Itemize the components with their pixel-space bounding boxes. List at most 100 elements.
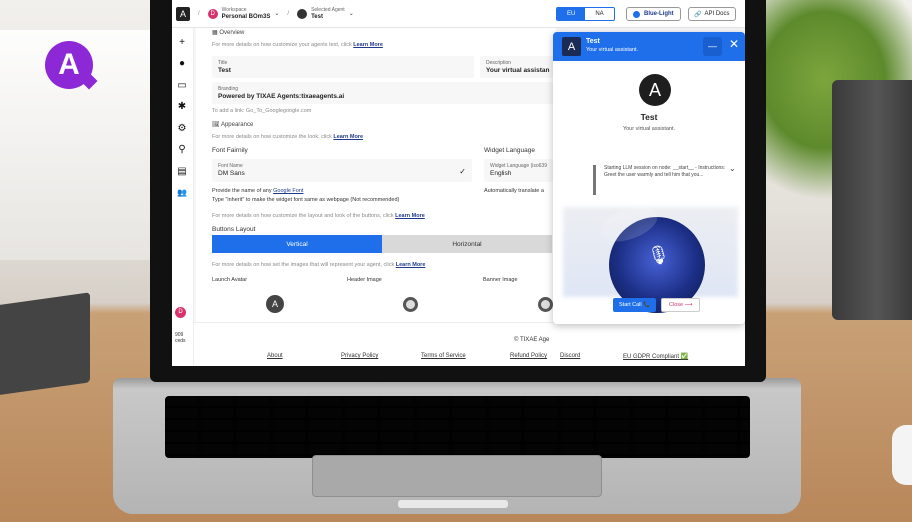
region-eu-button[interactable]: EU: [557, 8, 586, 20]
appearance-learn-more-link[interactable]: Learn More: [333, 134, 363, 140]
widget-language-field[interactable]: Widget Language (iso639 English: [484, 159, 556, 182]
app-logo-icon[interactable]: A: [176, 6, 190, 21]
appearance-hint-text: For more details on how customize the lo…: [212, 134, 332, 140]
key-icon[interactable]: ⚲: [177, 145, 187, 155]
widget-language-label: Widget Language: [484, 147, 535, 154]
window-icon[interactable]: ▭: [177, 81, 187, 91]
widget-header-subtitle: Your virtual assistant.: [586, 47, 639, 53]
close-icon[interactable]: ✕: [729, 37, 739, 51]
widget-language-field-label: Widget Language (iso639: [490, 163, 547, 169]
close-call-button[interactable]: Close ⟶: [661, 298, 701, 312]
agent-selector[interactable]: Selected Agent Test ⌄: [297, 7, 354, 21]
header-image-placeholder[interactable]: [403, 297, 418, 312]
font-inherit-hint: Type "inherit" to make the widget font s…: [212, 197, 400, 203]
footer-link-refund[interactable]: Refund Policy: [510, 353, 547, 359]
layout-learn-more-link[interactable]: Learn More: [395, 213, 425, 219]
brand-logo-letter: A: [58, 48, 80, 81]
start-call-button[interactable]: Start Call 📞: [613, 298, 656, 312]
side-nav: + ● ▭ ✱ ⚙ ⚲ ▤ 👥 D 909 ceds: [172, 28, 194, 366]
api-docs-button[interactable]: 🔗 API Docs: [688, 7, 736, 21]
workspace-name: Personal BOm3S: [221, 13, 271, 20]
copyright-text: © TIXAE Age: [514, 337, 550, 343]
layout-horizontal-button[interactable]: Horizontal: [382, 235, 552, 253]
branding-field[interactable]: Branding Powered by TIXAE Agents:tixaeag…: [212, 82, 556, 104]
minimize-icon[interactable]: —: [703, 37, 722, 56]
widget-header-avatar-letter: A: [567, 40, 576, 53]
overview-hint-text: For more details on how customize your a…: [212, 42, 352, 48]
google-font-link[interactable]: Google Font: [273, 188, 303, 194]
check-circle-icon: ✓: [459, 167, 466, 176]
layout-hint: For more details on how customize the la…: [212, 213, 425, 219]
buttons-layout-toggle: Vertical Horizontal: [212, 235, 552, 253]
layout-vertical-button[interactable]: Vertical: [212, 235, 382, 253]
footer-link-gdpr[interactable]: EU GDPR Compliant ✅: [623, 353, 688, 360]
images-hint-text: For more details on how set the images t…: [212, 262, 395, 268]
buttons-layout-label: Buttons Layout: [212, 226, 256, 233]
building-icon[interactable]: ▤: [177, 167, 187, 177]
footer-link-discord[interactable]: Discord: [560, 353, 580, 359]
chat-widget: A Test Your virtual assistant. — ✕ A Tes…: [553, 32, 745, 324]
font-name-field[interactable]: Font Name DM Sans ✓: [212, 159, 472, 182]
font-hint-text: Provide the name of any: [212, 188, 272, 194]
overview-learn-more-link[interactable]: Learn More: [353, 42, 383, 48]
workspace-text: Workspace Personal BOm3S: [222, 7, 271, 21]
title-field[interactable]: Title Test: [212, 56, 474, 78]
banner-image-label: Banner Image: [483, 277, 518, 283]
images-learn-more-link[interactable]: Learn More: [396, 262, 426, 268]
agent-text: Selected Agent Test: [311, 7, 345, 21]
launch-avatar-label: Launch Avatar: [212, 277, 248, 283]
app-screen: A / D Workspace Personal BOm3S ⌄ / Selec…: [172, 0, 745, 366]
title-label: Title: [218, 60, 228, 66]
credits-counter: 909 ceds: [175, 332, 186, 344]
widget-agent-subtitle: Your virtual assistant.: [622, 126, 676, 132]
layout-hint-text: For more details on how customize the la…: [212, 213, 394, 219]
footer-link-terms[interactable]: Terms of Service: [421, 353, 466, 359]
overview-heading-text: Overview: [219, 30, 245, 36]
theme-dot-icon: [633, 10, 640, 18]
user-avatar[interactable]: D: [175, 307, 186, 318]
workspace-avatar: D: [207, 8, 218, 19]
users-icon[interactable]: 👥: [177, 188, 187, 198]
launch-avatar-image[interactable]: A: [266, 295, 284, 313]
description-value: Your virtual assistan: [486, 67, 550, 74]
description-field[interactable]: Description Your virtual assistan: [480, 56, 556, 78]
agent-label: Selected Agent: [311, 6, 345, 13]
description-label: Description: [486, 60, 512, 66]
chevron-down-icon: ⌄: [274, 11, 280, 17]
header-image-label: Header Image: [347, 277, 382, 283]
workspace-selector[interactable]: D Workspace Personal BOm3S ⌄: [207, 7, 280, 21]
laptop-keyboard: [165, 396, 750, 458]
widget-agent-logo: A: [639, 74, 671, 106]
region-na-button[interactable]: NA: [585, 8, 613, 20]
workspace-initial: D: [210, 10, 215, 17]
settings-icon[interactable]: ⚙: [177, 124, 187, 134]
banner-image-placeholder[interactable]: [538, 297, 553, 312]
widget-agent-name: Test: [640, 112, 658, 122]
font-name-label: Font Name: [218, 163, 243, 169]
branding-label: Branding: [218, 86, 239, 92]
widget-header-avatar: A: [562, 37, 581, 56]
api-docs-label: API Docs: [704, 11, 730, 17]
mug: [892, 425, 912, 485]
images-hint: For more details on how set the images t…: [212, 262, 425, 268]
add-icon[interactable]: +: [177, 38, 187, 48]
agent-name: Test: [311, 13, 323, 20]
dashboard-icon[interactable]: ●: [177, 59, 187, 69]
settings-panel: ▦ Overview For more details on how custo…: [196, 28, 556, 322]
auto-translate-label: Automatically translate a: [484, 188, 544, 194]
breadcrumb-separator: /: [198, 10, 200, 17]
widget-logo-letter: A: [648, 79, 661, 100]
theme-button[interactable]: Blue-Light: [626, 7, 681, 21]
tools-icon[interactable]: ✱: [177, 102, 187, 112]
footer-link-privacy[interactable]: Privacy Policy: [341, 353, 378, 359]
overview-hint: For more details on how customize your a…: [212, 42, 383, 48]
launch-avatar-letter: A: [271, 299, 278, 309]
footer-link-about[interactable]: About: [267, 353, 283, 359]
link-icon: 🔗: [694, 11, 702, 18]
widget-language-value: English: [490, 170, 512, 177]
font-hint: Provide the name of any Google Font: [212, 188, 303, 194]
appearance-hint: For more details on how customize the lo…: [212, 134, 363, 140]
breadcrumb-separator-2: /: [287, 10, 290, 17]
laptop-trackpad: [312, 455, 602, 497]
workspace-label: Workspace: [221, 6, 247, 13]
